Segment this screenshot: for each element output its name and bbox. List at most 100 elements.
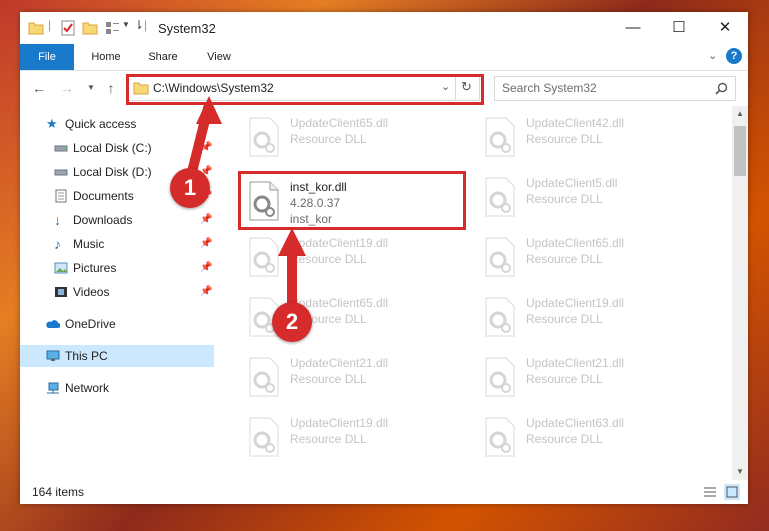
file-item[interactable]: UpdateClient65.dll Resource DLL	[242, 112, 468, 162]
file-description: Resource DLL	[526, 132, 603, 146]
sidebar-item-label: Network	[65, 381, 110, 395]
file-item[interactable]: UpdateClient21.dll Resource DLL	[478, 352, 704, 402]
file-name: UpdateClient21.dll	[526, 356, 625, 370]
title-bar: | ▼ ⇂ | System32 — ☐ ✕	[20, 12, 748, 44]
file-item[interactable]: UpdateClient19.dll Resource DLL	[242, 412, 468, 462]
view-options-icon[interactable]	[104, 20, 120, 36]
address-highlight-box	[126, 74, 484, 105]
minimize-button[interactable]: —	[610, 12, 656, 44]
sidebar-item-videos[interactable]: Videos 📌	[20, 281, 214, 303]
dll-file-icon	[485, 357, 515, 397]
sidebar-item-onedrive[interactable]: OneDrive	[20, 313, 214, 335]
tab-share[interactable]: Share	[140, 44, 186, 70]
videos-icon	[55, 287, 67, 297]
sidebar-item-label: Local Disk (C:)	[73, 141, 152, 155]
file-name: UpdateClient5.dll	[526, 176, 618, 190]
window-title: System32	[158, 21, 216, 36]
large-icons-view-icon[interactable]	[724, 484, 740, 500]
status-bar: 164 items	[20, 480, 748, 504]
file-item[interactable]: UpdateClient65.dll Resource DLL	[478, 232, 704, 282]
ribbon-tabs: File Home Share View ⌄ ?	[20, 44, 748, 71]
properties-icon[interactable]	[60, 20, 76, 36]
tab-file[interactable]: File	[20, 44, 74, 70]
folder-icon	[28, 22, 44, 35]
search-icon	[715, 82, 728, 95]
sidebar-item-network[interactable]: Network	[20, 377, 214, 399]
network-icon	[47, 382, 59, 394]
file-description: Resource DLL	[526, 372, 603, 386]
dll-file-icon	[485, 417, 515, 457]
dll-file-icon	[249, 237, 279, 277]
sidebar-item-downloads[interactable]: ↓ Downloads 📌	[20, 209, 214, 231]
new-folder-icon[interactable]	[82, 20, 98, 36]
callout-badge-2: 2	[272, 302, 312, 342]
help-icon[interactable]: ?	[726, 48, 742, 64]
pin-toolbar-icon[interactable]: ⇂	[134, 18, 144, 32]
file-item[interactable]: UpdateClient42.dll Resource DLL	[478, 112, 704, 162]
scroll-thumb[interactable]	[734, 126, 746, 176]
sidebar-item-label: Pictures	[73, 261, 117, 275]
file-item[interactable]: UpdateClient19.dll Resource DLL	[478, 292, 704, 342]
sidebar-item-this-pc[interactable]: This PC	[20, 345, 214, 367]
item-count: 164 items	[32, 485, 85, 499]
file-description: Resource DLL	[290, 372, 367, 386]
callout-badge-1: 1	[170, 168, 210, 208]
forward-button[interactable]: →	[58, 79, 76, 97]
pin-icon: 📌	[200, 286, 213, 297]
file-item[interactable]: UpdateClient5.dll Resource DLL	[478, 172, 704, 222]
pin-icon: 📌	[200, 214, 213, 225]
sidebar-item-label: Documents	[73, 189, 134, 203]
file-name: UpdateClient21.dll	[290, 356, 389, 370]
back-button[interactable]: ←	[30, 79, 48, 97]
drive-icon	[54, 169, 68, 176]
tab-view[interactable]: View	[196, 44, 242, 70]
separator: |	[48, 18, 52, 32]
details-view-icon[interactable]	[702, 484, 718, 500]
sidebar-item-label: Local Disk (D:)	[73, 165, 152, 179]
tab-home[interactable]: Home	[82, 44, 130, 70]
file-name: UpdateClient19.dll	[290, 416, 389, 430]
file-item[interactable]: UpdateClient63.dll Resource DLL	[478, 412, 704, 462]
file-description: Resource DLL	[526, 312, 603, 326]
pin-icon: 📌	[200, 262, 213, 273]
file-name: UpdateClient65.dll	[526, 236, 625, 250]
dll-file-icon	[485, 117, 515, 157]
documents-icon	[55, 189, 67, 203]
sidebar-item-label: This PC	[65, 349, 108, 363]
sidebar-item-pictures[interactable]: Pictures 📌	[20, 257, 214, 279]
file-description: Resource DLL	[290, 252, 367, 266]
file-name: UpdateClient65.dll	[290, 116, 389, 130]
explorer-window: | ▼ ⇂ | System32 — ☐ ✕ File Home Share V…	[20, 12, 748, 504]
file-item[interactable]: UpdateClient21.dll Resource DLL	[242, 352, 468, 402]
vertical-scrollbar[interactable]: ▲ ▼	[732, 106, 748, 480]
file-description: Resource DLL	[526, 432, 603, 446]
computer-icon	[46, 350, 60, 361]
file-description: Resource DLL	[290, 432, 367, 446]
file-name: UpdateClient19.dll	[290, 236, 389, 250]
sidebar-item-quick-access[interactable]: ★ Quick access	[20, 113, 214, 135]
up-button[interactable]: ↑	[102, 79, 120, 97]
search-input[interactable]: Search System32	[494, 76, 736, 101]
expand-ribbon-icon[interactable]: ⌄	[708, 49, 717, 62]
close-button[interactable]: ✕	[702, 12, 748, 44]
separator: |	[144, 18, 148, 32]
sidebar-item-label: Downloads	[73, 213, 133, 227]
scroll-down-icon[interactable]: ▼	[732, 464, 748, 480]
file-item[interactable]: UpdateClient19.dll Resource DLL	[242, 232, 468, 282]
customize-quick-access-icon[interactable]: ▼	[122, 20, 130, 29]
dll-file-icon	[249, 357, 279, 397]
sidebar-item-music[interactable]: ♪ Music 📌	[20, 233, 214, 255]
dll-file-icon	[249, 417, 279, 457]
file-name: UpdateClient63.dll	[526, 416, 625, 430]
dll-file-icon	[485, 297, 515, 337]
pin-icon: 📌	[200, 238, 213, 249]
recent-locations-button[interactable]: ▼	[82, 79, 100, 97]
scroll-up-icon[interactable]: ▲	[732, 106, 748, 122]
maximize-button[interactable]: ☐	[656, 12, 702, 44]
sidebar-item-label: OneDrive	[65, 317, 116, 331]
sidebar-item-label: Quick access	[65, 117, 137, 131]
sidebar-item-local-disk-c[interactable]: Local Disk (C:) 📌	[20, 137, 214, 159]
drive-icon	[54, 145, 68, 152]
cloud-icon	[46, 320, 60, 328]
pin-icon: 📌	[200, 142, 213, 153]
